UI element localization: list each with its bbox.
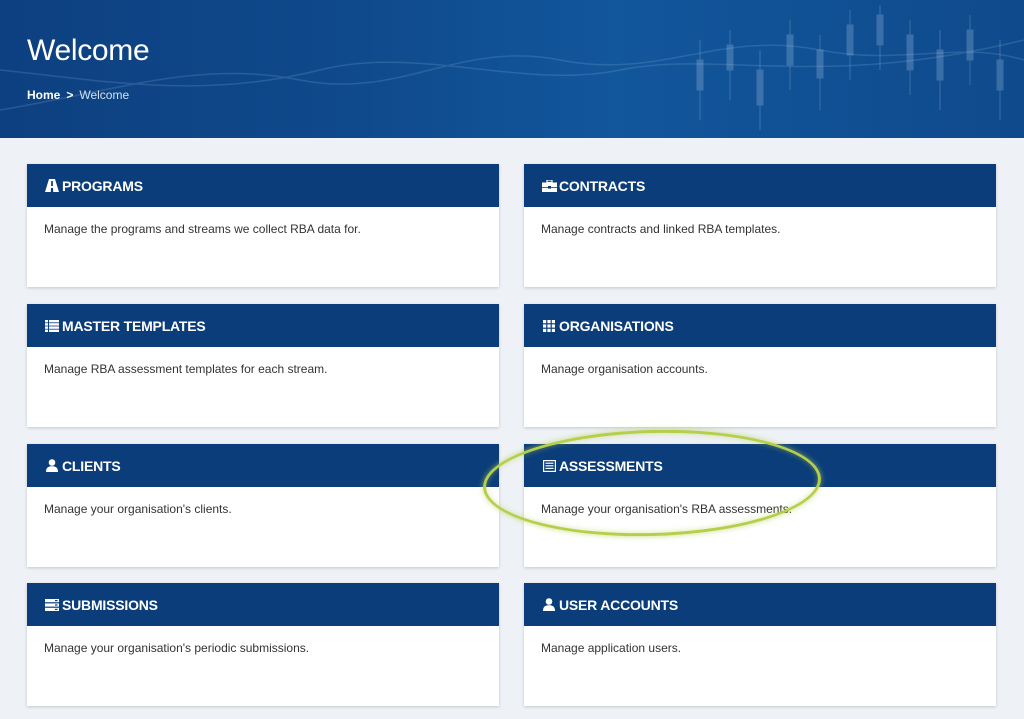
card-header[interactable]: CONTRACTS (524, 164, 996, 207)
card-header[interactable]: USER ACCOUNTS (524, 583, 996, 626)
breadcrumb-home-link[interactable]: Home (27, 88, 60, 102)
card-contracts[interactable]: CONTRACTS Manage contracts and linked RB… (524, 164, 996, 287)
card-master-templates[interactable]: MASTER TEMPLATES Manage RBA assessment t… (27, 304, 499, 427)
card-description: Manage contracts and linked RBA template… (541, 222, 781, 236)
list-icon (44, 319, 60, 333)
card-title: PROGRAMS (62, 177, 143, 194)
card-description: Manage your organisation's periodic subm… (44, 641, 310, 655)
card-title: CLIENTS (62, 457, 121, 474)
card-header[interactable]: ORGANISATIONS (524, 304, 996, 347)
briefcase-icon (541, 179, 557, 193)
grid-icon (541, 319, 557, 333)
card-programs[interactable]: PROGRAMS Manage the programs and streams… (27, 164, 499, 287)
card-assessments[interactable]: ASSESSMENTS Manage your organisation's R… (524, 444, 996, 567)
card-header[interactable]: ASSESSMENTS (524, 444, 996, 487)
card-title: SUBMISSIONS (62, 596, 158, 613)
card-organisations[interactable]: ORGANISATIONS Manage organisation accoun… (524, 304, 996, 427)
user-icon (44, 459, 60, 473)
card-header[interactable]: SUBMISSIONS (27, 583, 499, 626)
card-title: CONTRACTS (559, 177, 646, 194)
card-clients[interactable]: CLIENTS Manage your organisation's clien… (27, 444, 499, 567)
card-description: Manage your organisation's RBA assessmen… (541, 502, 793, 516)
hero-banner: Welcome Home > Welcome (0, 0, 1024, 138)
card-submissions[interactable]: SUBMISSIONS Manage your organisation's p… (27, 583, 499, 706)
user-icon (541, 598, 557, 612)
breadcrumb-current: Welcome (79, 88, 130, 102)
breadcrumb-separator: > (66, 88, 74, 102)
card-user-accounts[interactable]: USER ACCOUNTS Manage application users. (524, 583, 996, 706)
card-title: ORGANISATIONS (559, 317, 674, 334)
page-title: Welcome (27, 34, 150, 67)
card-title: ASSESSMENTS (559, 457, 663, 474)
stack-icon (44, 598, 60, 612)
card-description: Manage RBA assessment templates for each… (44, 362, 328, 376)
card-description: Manage the programs and streams we colle… (44, 222, 361, 236)
card-description: Manage organisation accounts. (541, 362, 708, 376)
card-header[interactable]: MASTER TEMPLATES (27, 304, 499, 347)
card-title: MASTER TEMPLATES (62, 317, 206, 334)
card-header[interactable]: PROGRAMS (27, 164, 499, 207)
document-icon (541, 459, 557, 473)
card-description: Manage application users. (541, 641, 682, 655)
card-title: USER ACCOUNTS (559, 596, 678, 613)
card-description: Manage your organisation's clients. (44, 502, 232, 516)
road-icon (44, 179, 60, 193)
stock-chart-background (0, 5, 1024, 130)
card-header[interactable]: CLIENTS (27, 444, 499, 487)
breadcrumb: Home > Welcome (27, 88, 129, 102)
